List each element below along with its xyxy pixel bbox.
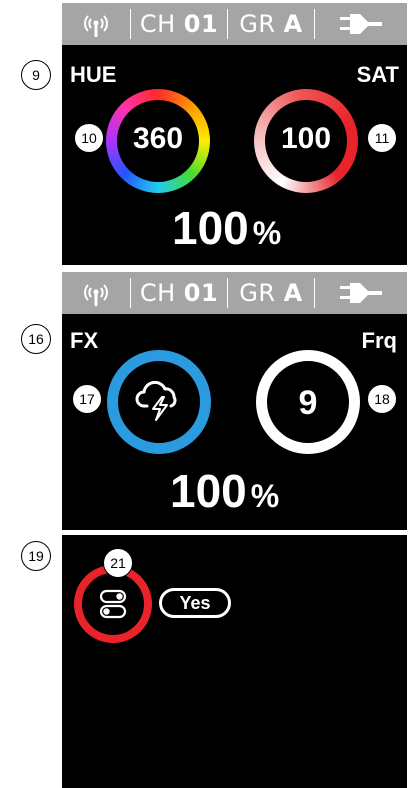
channel-value: 01 xyxy=(183,10,219,38)
channel-prefix: CH xyxy=(139,279,176,307)
wireless-signal-icon xyxy=(62,272,130,314)
fx-label: FX xyxy=(70,328,99,353)
callout-10: 10 xyxy=(74,123,104,153)
hue-value: 360 xyxy=(132,122,184,155)
frq-value: 9 xyxy=(298,384,318,422)
frq-label: Frq xyxy=(361,328,397,353)
channel-indicator: CH 01 xyxy=(131,272,227,314)
channel-prefix: CH xyxy=(139,10,176,38)
channel-indicator: CH 01 xyxy=(131,3,227,45)
storm-cloud-lightning-icon xyxy=(135,380,177,421)
status-header: CH 01 GR A xyxy=(62,272,407,314)
wireless-signal-icon xyxy=(62,3,130,45)
callout-21: 21 xyxy=(103,548,133,578)
sat-value: 100 xyxy=(280,122,332,155)
intensity-value: 100 xyxy=(172,202,249,254)
status-header: CH 01 GR A xyxy=(62,3,407,45)
callout-11: 11 xyxy=(367,123,397,153)
channel-value: 01 xyxy=(183,279,219,307)
group-prefix: GR xyxy=(239,10,276,38)
callout-16: 16 xyxy=(21,324,51,354)
intensity-readout: 100% xyxy=(170,464,279,518)
callout-9: 9 xyxy=(21,60,51,90)
hue-sat-screen: CH 01 GR A HUE SAT 360 100 100% xyxy=(62,3,407,265)
power-plug-icon xyxy=(315,272,407,314)
power-plug-icon xyxy=(315,3,407,45)
group-value: A xyxy=(283,279,303,307)
callout-19: 19 xyxy=(21,541,51,571)
fx-frq-screen: CH 01 GR A FX Frq 9 100% xyxy=(62,272,407,530)
callout-18: 18 xyxy=(367,384,397,414)
fx-dial[interactable] xyxy=(107,350,211,454)
group-prefix: GR xyxy=(239,279,276,307)
callout-17: 17 xyxy=(72,384,102,414)
yes-button[interactable]: Yes xyxy=(159,588,231,618)
hue-label: HUE xyxy=(70,62,117,87)
intensity-unit: % xyxy=(252,215,282,251)
yes-label: Yes xyxy=(179,592,211,613)
group-indicator: GR A xyxy=(228,272,314,314)
intensity-value: 100 xyxy=(170,465,247,517)
toggle-switches-icon xyxy=(99,589,127,619)
intensity-readout: 100% xyxy=(172,201,281,255)
group-value: A xyxy=(283,10,303,38)
group-indicator: GR A xyxy=(228,3,314,45)
sat-label: SAT xyxy=(356,62,399,87)
intensity-unit: % xyxy=(250,478,280,514)
